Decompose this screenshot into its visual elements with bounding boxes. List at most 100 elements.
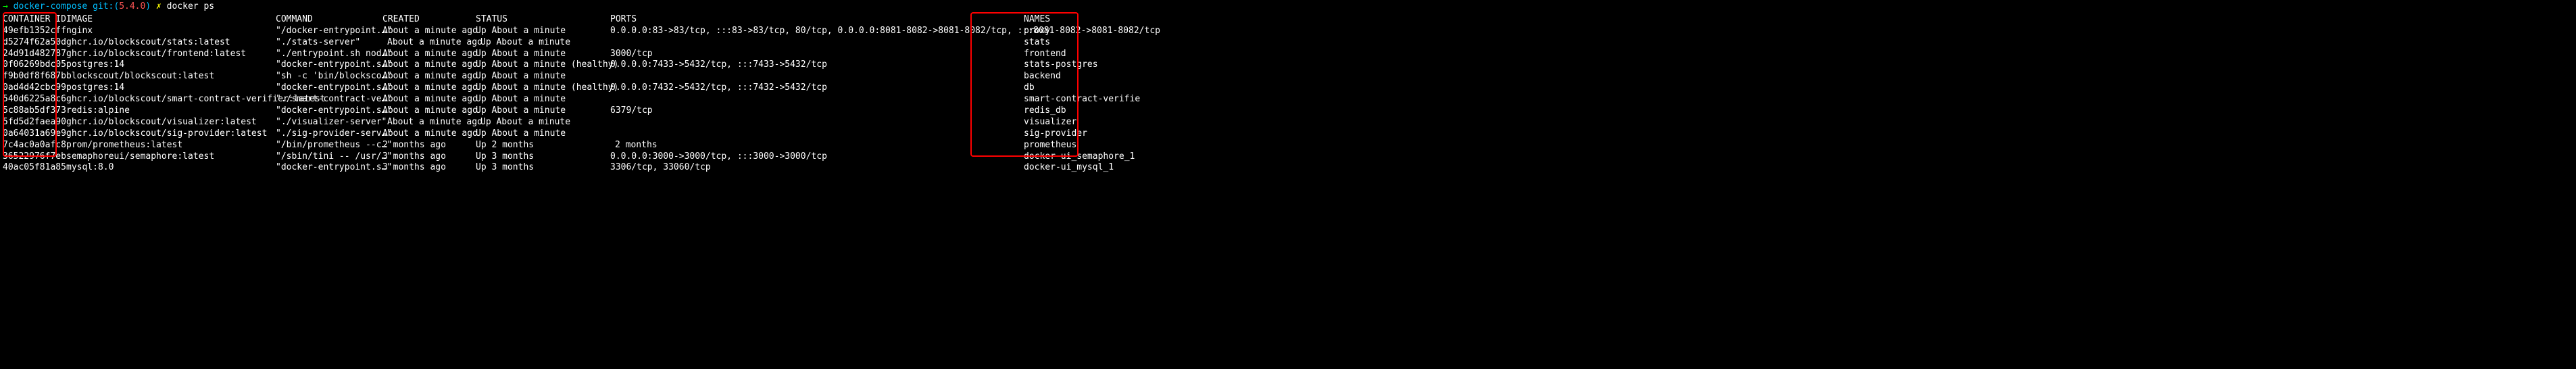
cell-created: About a minute ago (382, 59, 476, 71)
cell-created: About a minute ago (382, 37, 476, 49)
header-image: IMAGE (66, 14, 276, 26)
cell-command: "docker-entrypoint.s…" (276, 162, 382, 174)
cell-names: sig-provider (1024, 128, 1087, 140)
cell-command: "/sbin/tini -- /usr/…" (276, 151, 382, 163)
cell-ports (610, 71, 1024, 82)
prompt-command[interactable]: docker ps (167, 1, 214, 11)
cell-container-id: 5c88ab5df373 (3, 105, 66, 117)
cell-names: backend (1024, 71, 1061, 82)
cell-names: docker-ui_semaphore_1 (1024, 151, 1135, 163)
cell-command: "/bin/prometheus --c…" (276, 140, 382, 151)
table-row: 40ac05f81a85mysql:8.0"docker-entrypoint.… (3, 162, 2573, 174)
cell-container-id: d5274f62a50d (3, 37, 66, 49)
cell-created: 2 months ago (382, 140, 476, 151)
cell-image: mysql:8.0 (66, 162, 276, 174)
header-container-id: CONTAINER ID (3, 14, 66, 26)
cell-status: Up About a minute (476, 49, 610, 60)
cell-ports (610, 128, 1024, 140)
cell-image: nginx (66, 26, 276, 37)
cell-names: proxy (1024, 26, 1050, 37)
cell-status: Up About a minute (476, 105, 610, 117)
table-row: 36522976f7ebsemaphoreui/semaphore:latest… (3, 151, 2573, 163)
cell-ports: 0.0.0.0:7432->5432/tcp, :::7432->5432/tc… (610, 82, 1024, 94)
table-row: f9b0df8f687bblockscout/blockscout:latest… (3, 71, 2573, 82)
cell-status: Up About a minute (476, 26, 610, 37)
cell-created: About a minute ago (382, 128, 476, 140)
cell-command: "/docker-entrypoint.…" (276, 26, 382, 37)
cell-image: ghcr.io/blockscout/sig-provider:latest (66, 128, 276, 140)
header-ports: PORTS (610, 14, 1024, 26)
cell-ports (610, 94, 1024, 105)
cell-names: db (1024, 82, 1035, 94)
cell-command: "docker-entrypoint.s…" (276, 105, 382, 117)
cell-ports: 2 months (610, 140, 1024, 151)
cell-container-id: 0ad4d42cbc99 (3, 82, 66, 94)
cell-ports: 0.0.0.0:7433->5432/tcp, :::7433->5432/tc… (610, 59, 1024, 71)
cell-image: ghcr.io/blockscout/stats:latest (66, 37, 276, 49)
cell-status: Up About a minute (476, 128, 610, 140)
cell-command: "./entrypoint.sh nod…" (276, 49, 382, 60)
table-row: 5c88ab5df373redis:alpine"docker-entrypoi… (3, 105, 2573, 117)
cell-container-id: 49efb1352cff (3, 26, 66, 37)
table-row: 0f06269bdc05postgres:14"docker-entrypoin… (3, 59, 2573, 71)
table-row: 24d91d482787ghcr.io/blockscout/frontend:… (3, 49, 2573, 60)
table-header-row: CONTAINER ID IMAGE COMMAND CREATED STATU… (3, 14, 2573, 26)
cell-status: Up About a minute (476, 117, 610, 128)
cell-image: postgres:14 (66, 59, 276, 71)
table-row: 5fd5d2faea90ghcr.io/blockscout/visualize… (3, 117, 2573, 128)
header-created: CREATED (382, 14, 476, 26)
cell-command: "./sig-provider-serv…" (276, 128, 382, 140)
cell-ports (610, 117, 1024, 128)
prompt-arrow-icon: → (3, 1, 8, 11)
cell-container-id: f9b0df8f687b (3, 71, 66, 82)
cell-created: About a minute ago (382, 82, 476, 94)
cell-created: 3 months ago (382, 162, 476, 174)
cell-container-id: 36522976f7eb (3, 151, 66, 163)
cell-created: About a minute ago (382, 49, 476, 60)
cell-created: About a minute ago (382, 94, 476, 105)
cell-names: stats (1024, 37, 1050, 49)
cell-container-id: 7c4ac0a0afc8 (3, 140, 66, 151)
cell-status: Up About a minute (healthy) (476, 82, 610, 94)
cell-image: prom/prometheus:latest (66, 140, 276, 151)
cell-container-id: 0a64031a69e9 (3, 128, 66, 140)
cell-ports: 3306/tcp, 33060/tcp (610, 162, 1024, 174)
cell-created: About a minute ago (382, 26, 476, 37)
cell-image: ghcr.io/blockscout/frontend:latest (66, 49, 276, 60)
cell-names: docker-ui_mysql_1 (1024, 162, 1114, 174)
cell-command: "docker-entrypoint.s…" (276, 82, 382, 94)
cell-status: Up 2 months (476, 140, 610, 151)
cell-ports: 0.0.0.0:3000->3000/tcp, :::3000->3000/tc… (610, 151, 1024, 163)
table-row: 0ad4d42cbc99postgres:14"docker-entrypoin… (3, 82, 2573, 94)
prompt-git-label: git:( (93, 1, 119, 11)
cell-created: About a minute ago (382, 71, 476, 82)
cell-command: "docker-entrypoint.s…" (276, 59, 382, 71)
header-names: NAMES (1024, 14, 1050, 26)
cell-image: blockscout/blockscout:latest (66, 71, 276, 82)
cell-container-id: 0f06269bdc05 (3, 59, 66, 71)
cell-created: About a minute ago (382, 117, 476, 128)
cell-command: "./stats-server" (276, 37, 382, 49)
cell-status: Up 3 months (476, 151, 610, 163)
cell-created: About a minute ago (382, 105, 476, 117)
cell-ports: 6379/tcp (610, 105, 1024, 117)
cell-ports: 0.0.0.0:83->83/tcp, :::83->83/tcp, 80/tc… (610, 26, 1024, 37)
cell-ports (610, 37, 1024, 49)
terminal-output: → docker-compose git:(5.4.0) ✗ docker ps… (3, 1, 2573, 174)
cell-status: Up About a minute (476, 71, 610, 82)
cell-names: stats-postgres (1024, 59, 1098, 71)
cell-command: "./visualizer-server" (276, 117, 382, 128)
prompt-branch: 5.4.0 (119, 1, 145, 11)
table-row: 49efb1352cffnginx"/docker-entrypoint.…"A… (3, 26, 2573, 37)
cell-status: Up About a minute (476, 37, 610, 49)
cell-names: smart-contract-verifie (1024, 94, 1140, 105)
cell-created: 3 months ago (382, 151, 476, 163)
cell-image: semaphoreui/semaphore:latest (66, 151, 276, 163)
cell-status: Up 3 months (476, 162, 610, 174)
cell-names: prometheus (1024, 140, 1076, 151)
prompt-dir: docker-compose (14, 1, 88, 11)
header-status: STATUS (476, 14, 610, 26)
cell-container-id: 24d91d482787 (3, 49, 66, 60)
header-command: COMMAND (276, 14, 382, 26)
cell-container-id: 5fd5d2faea90 (3, 117, 66, 128)
